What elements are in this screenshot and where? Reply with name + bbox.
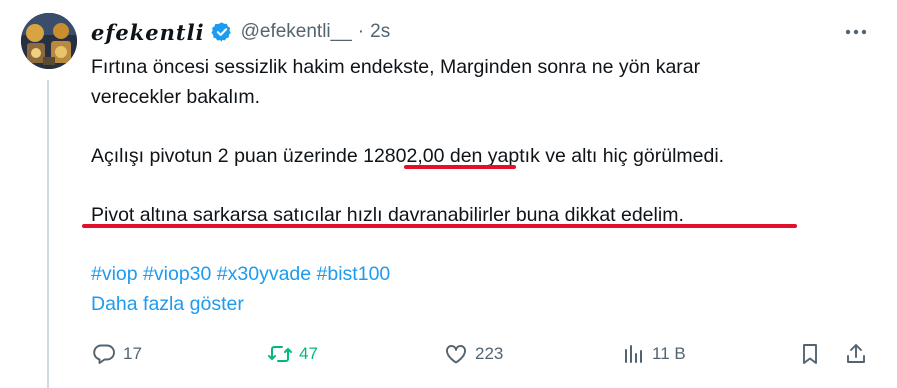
verified-badge-icon <box>211 21 233 43</box>
price-underline <box>404 165 516 169</box>
reply-count: 17 <box>123 344 142 363</box>
highlighted-price: 12802,00 <box>363 145 445 167</box>
views-count: 11 B <box>652 344 686 363</box>
hashtag-viop30[interactable]: #viop30 <box>143 263 211 285</box>
tweet-text-line-2: verecekler bakalım. <box>91 86 261 108</box>
retweet-count: 47 <box>299 344 318 363</box>
views-button[interactable]: 11 B <box>620 340 686 368</box>
line3-suffix: den yaptık ve altı hiç görülmedi. <box>444 145 725 167</box>
display-name[interactable]: efekentli <box>91 20 205 45</box>
like-icon <box>443 341 469 367</box>
share-icon <box>843 341 869 367</box>
show-more-link[interactable]: Daha fazla göster <box>91 288 244 320</box>
like-count: 223 <box>475 344 504 363</box>
timestamp[interactable]: 2s <box>370 21 390 43</box>
share-button[interactable] <box>843 340 869 368</box>
separator-dot: · <box>357 21 365 42</box>
hashtag-bist100[interactable]: #bist100 <box>317 263 391 285</box>
line3-prefix: Açılışı pivotun 2 puan üzerinde <box>91 145 364 167</box>
hashtag-x30yvade[interactable]: #x30yvade <box>217 263 311 285</box>
tweet-header: efekentli @efekentli__ · 2s <box>91 16 390 48</box>
bookmark-button[interactable] <box>797 340 823 368</box>
tweet-text-line-1: Fırtına öncesi sessizlik hakim endekste,… <box>91 56 701 78</box>
thread-line <box>47 80 49 388</box>
retweet-button[interactable]: 47 <box>267 340 318 368</box>
reply-icon <box>91 341 117 367</box>
views-icon <box>620 341 646 367</box>
handle[interactable]: @efekentli__ <box>241 21 352 43</box>
avatar[interactable] <box>21 13 77 69</box>
more-icon[interactable] <box>841 18 871 46</box>
hashtag-viop[interactable]: #viop <box>91 263 138 285</box>
hashtags: #viop #viop30 #x30yvade #bist100 <box>91 258 390 290</box>
avatar-image <box>21 13 77 69</box>
sentence-underline <box>82 224 797 228</box>
reply-button[interactable]: 17 <box>91 340 142 368</box>
retweet-icon <box>267 341 293 367</box>
bookmark-icon <box>797 341 823 367</box>
like-button[interactable]: 223 <box>443 340 503 368</box>
